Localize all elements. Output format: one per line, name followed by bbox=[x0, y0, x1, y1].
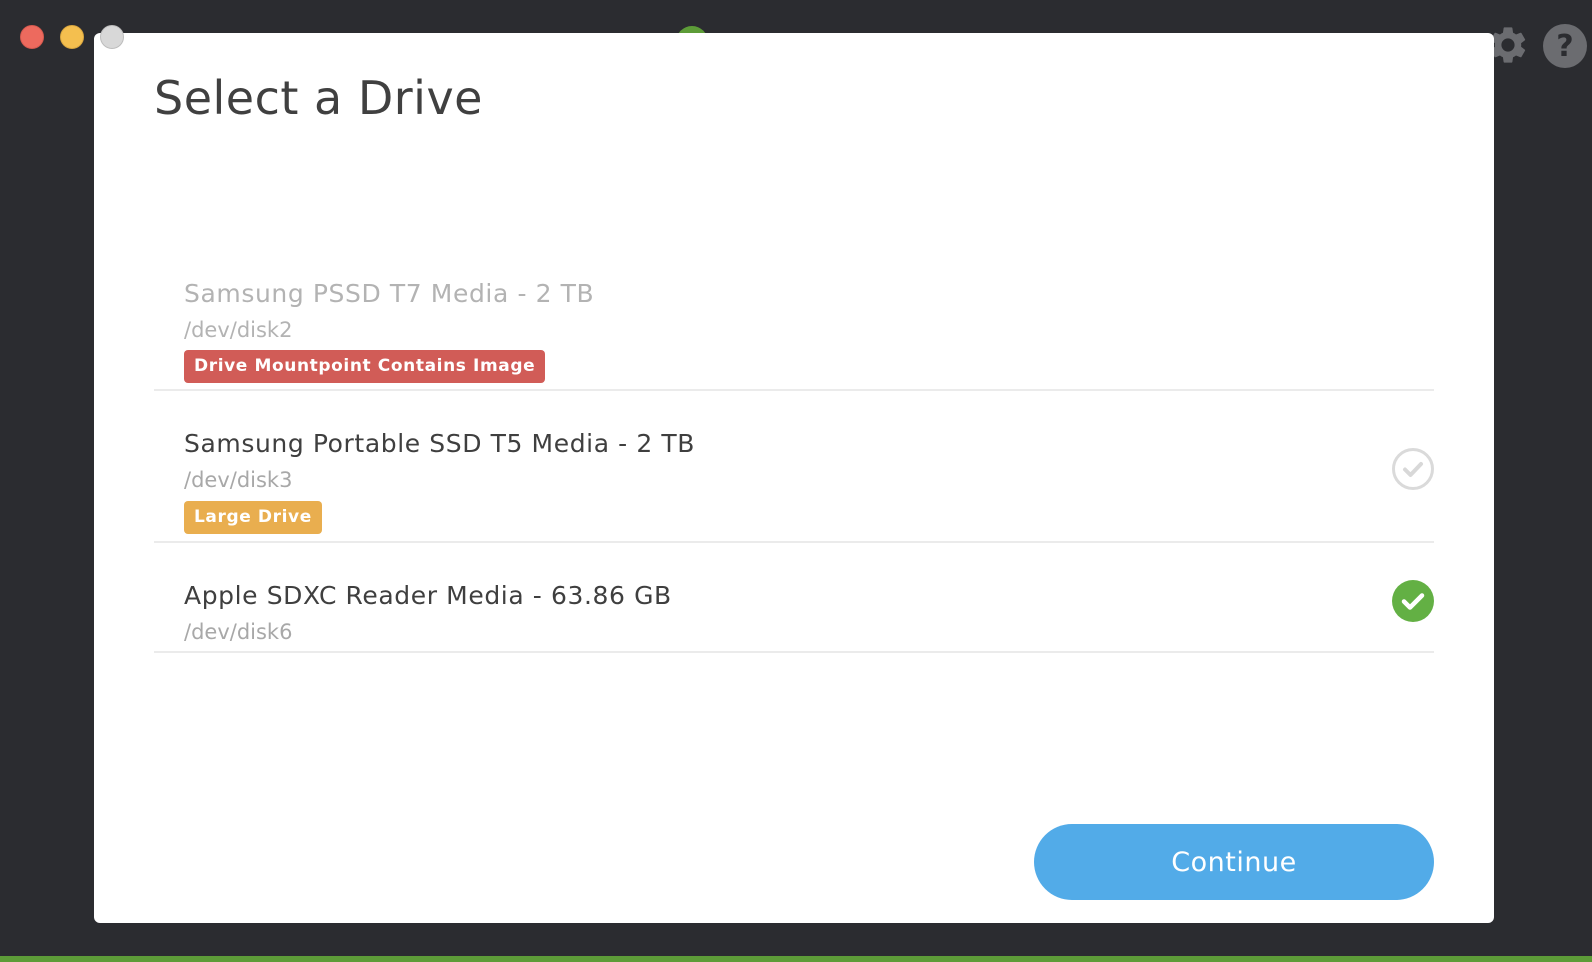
check-circle-icon[interactable] bbox=[1392, 448, 1434, 490]
drive-item-samsung-t5[interactable]: Samsung Portable SSD T5 Media - 2 TB /de… bbox=[154, 391, 1434, 543]
status-badge: Large Drive bbox=[184, 501, 322, 534]
window-minimize-button[interactable] bbox=[60, 25, 84, 49]
help-icon[interactable]: ? bbox=[1542, 23, 1588, 73]
drive-path: /dev/disk2 bbox=[184, 318, 293, 342]
window-close-button[interactable] bbox=[20, 25, 44, 49]
continue-button[interactable]: Continue bbox=[1034, 824, 1434, 900]
drive-name: Apple SDXC Reader Media - 63.86 GB bbox=[184, 581, 672, 610]
app-footer-strip bbox=[0, 956, 1592, 962]
drive-name: Samsung PSSD T7 Media - 2 TB bbox=[184, 279, 595, 308]
drive-path: /dev/disk3 bbox=[184, 468, 293, 492]
drive-item-samsung-t7: Samsung PSSD T7 Media - 2 TB /dev/disk2 … bbox=[154, 239, 1434, 391]
drive-path: /dev/disk6 bbox=[184, 620, 293, 644]
drive-list: Samsung PSSD T7 Media - 2 TB /dev/disk2 … bbox=[154, 239, 1434, 653]
svg-text:?: ? bbox=[1556, 29, 1573, 64]
check-circle-selected-icon[interactable] bbox=[1392, 580, 1434, 622]
drive-name: Samsung Portable SSD T5 Media - 2 TB bbox=[184, 429, 696, 458]
window-zoom-button[interactable] bbox=[100, 25, 124, 49]
modal-title: Select a Drive bbox=[154, 71, 483, 125]
status-badge: Drive Mountpoint Contains Image bbox=[184, 350, 546, 383]
drive-selector-modal: Select a Drive Samsung PSSD T7 Media - 2… bbox=[94, 33, 1494, 923]
drive-item-apple-sdxc[interactable]: Apple SDXC Reader Media - 63.86 GB /dev/… bbox=[154, 543, 1434, 653]
